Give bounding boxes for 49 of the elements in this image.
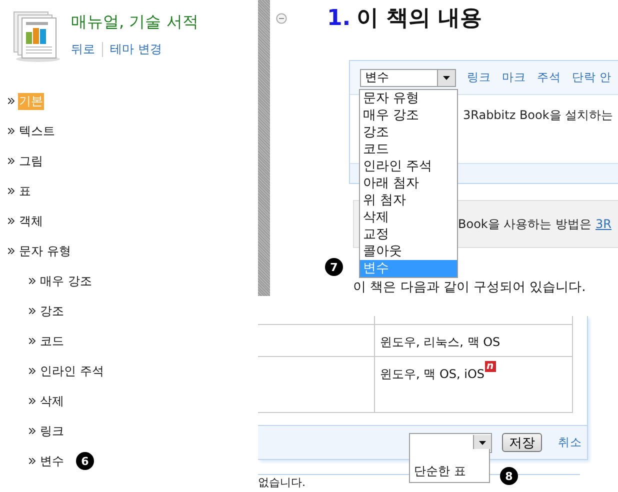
double-chevron-icon <box>29 308 36 314</box>
callout-badge: 8 <box>500 467 518 485</box>
double-chevron-icon <box>29 458 36 464</box>
double-chevron-icon <box>8 158 15 164</box>
nav-link[interactable]: 인라인 주석 <box>39 362 105 380</box>
double-chevron-icon <box>29 278 36 284</box>
nav-link[interactable]: 문자 유형 <box>18 242 72 260</box>
double-chevron-icon <box>29 398 36 404</box>
new-badge: n <box>484 361 496 372</box>
toolbar-link[interactable]: 주석 <box>537 70 561 85</box>
double-chevron-icon <box>29 338 36 344</box>
cancel-link[interactable]: 취소 <box>558 435 582 450</box>
paragraph: 없습니다. <box>258 476 306 489</box>
callout-badge: 7 <box>325 258 343 276</box>
table-cell: 윈도우, 리눅스, 맥 OS <box>374 325 572 356</box>
double-chevron-icon <box>29 368 36 374</box>
nav-link[interactable]: 그림 <box>18 152 44 170</box>
double-chevron-icon <box>8 188 15 194</box>
nav-link[interactable]: 텍스트 <box>18 122 56 140</box>
double-chevron-icon <box>8 128 15 134</box>
nav-link[interactable]: 코드 <box>39 332 65 350</box>
double-chevron-icon <box>29 428 36 434</box>
callout-badge: 6 <box>76 452 94 470</box>
double-chevron-icon <box>8 98 15 104</box>
note-text: Book을 사용하는 방법은 <box>458 216 592 232</box>
nav-link[interactable]: 표 <box>18 182 32 200</box>
nav-link[interactable]: 객체 <box>18 212 44 230</box>
nav-link[interactable]: 링크 <box>39 422 65 440</box>
collapse-icon[interactable] <box>276 12 287 24</box>
nav-link[interactable]: 변수 <box>39 452 65 470</box>
nav-link[interactable]: 삭제 <box>39 392 65 410</box>
double-chevron-icon <box>8 218 15 224</box>
toolbar-link[interactable]: 링크 <box>467 70 491 85</box>
book-title: 매뉴얼, 기술 서적 <box>71 12 198 33</box>
header-link[interactable]: 뒤로 <box>71 41 95 58</box>
double-chevron-icon <box>8 248 15 254</box>
toolbar-link[interactable]: 단락 안 <box>572 70 612 85</box>
header-link[interactable]: 테마 변경 <box>110 41 162 58</box>
scrollbar[interactable] <box>258 0 270 296</box>
style-select[interactable]: 변수 <box>360 68 456 86</box>
toolbar-link[interactable]: 마크 <box>502 70 526 85</box>
editor-text: 3Rabbitz Book을 설치하는 <box>463 108 614 122</box>
nav-link[interactable]: 매우 강조 <box>39 272 93 290</box>
nav-link[interactable]: 강조 <box>39 302 65 320</box>
paragraph: 이 책은 다음과 같이 구성되어 있습니다. <box>352 279 587 296</box>
note-link[interactable]: 3R <box>596 217 612 231</box>
section-heading: 1. 이 책의 내용 <box>327 5 482 33</box>
save-button[interactable]: 저장 <box>502 433 542 452</box>
dropdown-option[interactable]: 단순한 표 <box>414 463 466 480</box>
